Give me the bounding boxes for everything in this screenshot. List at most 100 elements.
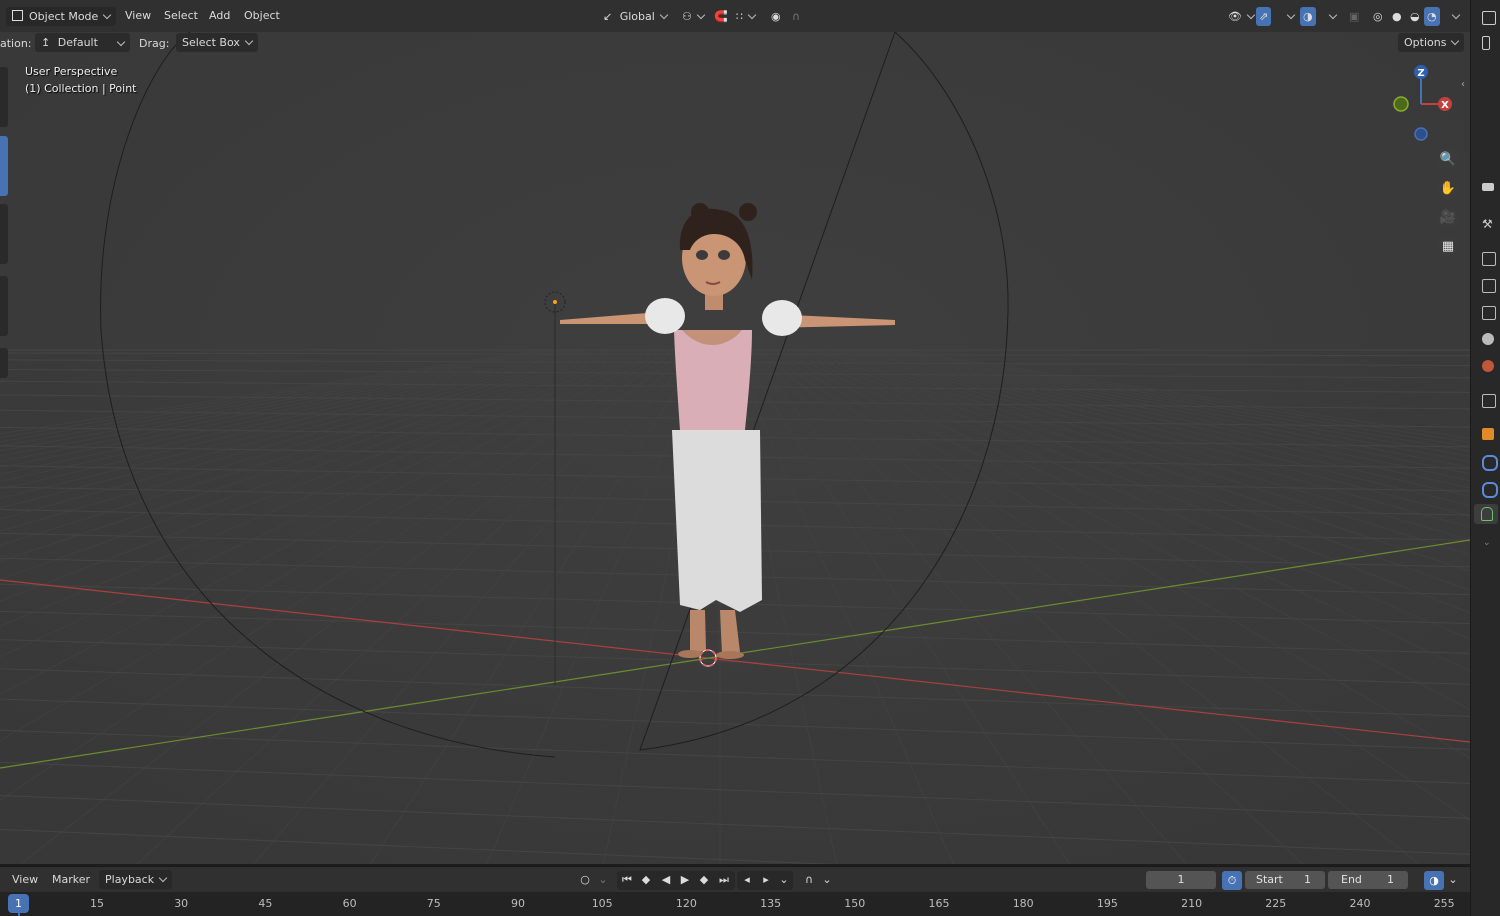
hand-pan-icon[interactable]: ✋ [1437,178,1459,200]
chevron-down-icon [1451,10,1461,20]
end-label: End [1341,873,1362,886]
falloff-icon[interactable]: ∩ [786,7,806,26]
overlays-icon[interactable]: ◑ [1300,7,1316,26]
mode-selector[interactable]: Object Mode [6,7,117,26]
perspective-grid-icon[interactable]: ▦ [1437,236,1459,258]
navigation-gizmo[interactable]: Z X [1385,62,1460,142]
auto-keying-icon[interactable]: ∩ [802,873,816,887]
chevron-down-icon [244,36,254,46]
drag-dropdown[interactable]: Select Box [176,33,258,52]
timeline-menu-marker[interactable]: Marker [52,873,90,886]
ruler-tick-label: 255 [1433,897,1455,910]
view-layer-icon[interactable] [1482,306,1496,320]
world-icon[interactable] [1482,360,1494,372]
proportional-editing-icon[interactable]: ◉ [765,7,787,26]
chevron-down-icon [103,10,112,20]
collection-info: (1) Collection | Point [25,82,137,95]
material-shading-icon[interactable]: ◒ [1404,7,1426,26]
menu-view[interactable]: View [125,9,151,22]
prev-frame-icon[interactable]: ◂ [740,873,754,887]
camera-view-icon[interactable]: 🎥 [1437,207,1459,229]
light-bulb-icon [1481,507,1493,521]
auto-keying-dropdown[interactable]: ⌄ [820,873,834,887]
orientation-setting-dropdown[interactable]: ↥ Default [35,33,130,52]
viewport-grid [0,32,1470,864]
next-keyframe-icon[interactable]: ◆ [697,873,711,887]
keying-dropdown[interactable]: ⌄ [596,873,610,887]
ruler-tick-label: 225 [1265,897,1287,910]
timeline-view-dropdown[interactable]: ⌄ [1446,873,1460,887]
properties-editor-icon[interactable] [1482,183,1494,191]
orientation-axes-icon: ↙ [603,10,613,23]
chevron-down-icon [1246,10,1256,20]
options-dropdown[interactable]: Options [1398,33,1465,52]
outliner-filter-icon[interactable] [1482,36,1490,50]
scroll-down-icon[interactable]: ⌄ [1483,538,1491,548]
visibility-icon[interactable]: 👁 [1222,7,1260,26]
scene-icon[interactable] [1482,333,1494,345]
toolbar-edge[interactable] [0,276,8,336]
tool-icon[interactable]: ⚒ [1482,217,1494,231]
shading-dropdown[interactable] [1441,7,1465,26]
object-icon[interactable] [1482,428,1494,440]
ruler-tick-label: 195 [1096,897,1118,910]
ruler-tick-label: 75 [426,897,441,910]
jump-end-icon[interactable]: ⏭ [717,873,731,887]
prev-keyframe-icon[interactable]: ◆ [639,873,653,887]
output-icon[interactable] [1482,279,1496,293]
ruler-tick-label: 240 [1349,897,1371,910]
timeline-ruler[interactable]: 1 15 30 45 60 75 90 105 120 135 150 165 180 195 210 22… [0,892,1470,916]
timeline-menu-playback[interactable]: Playback [99,870,173,889]
transform-orientation-dropdown[interactable]: ↙ Global [597,7,673,26]
light-data-tab[interactable] [1474,504,1498,524]
ruler-tick-label: 60 [342,897,357,910]
drag-value: Select Box [182,36,240,49]
ruler-tick-label: 105 [591,897,613,910]
chevron-down-icon [1451,36,1460,46]
collection-icon[interactable] [1482,394,1496,408]
render-icon[interactable] [1482,252,1496,266]
ruler-tick-label: 165 [928,897,950,910]
ruler-tick-label: 15 [90,897,104,910]
jump-start-icon[interactable]: ⏮ [620,873,634,887]
snap-target-icon[interactable]: ∷ [730,7,761,26]
physics-icon[interactable] [1482,455,1498,471]
outliner-icon[interactable] [1482,11,1496,25]
overlays-dropdown[interactable] [1318,7,1342,26]
sidebar-toggle-icon[interactable]: ‹ [1461,79,1465,90]
timeline-menu-view[interactable]: View [12,873,38,886]
timeline-view-icon[interactable]: ◑ [1424,871,1444,890]
toolbar-edge[interactable] [0,204,8,264]
gizmo-x-label: X [1441,100,1449,111]
menu-object[interactable]: Object [244,9,280,22]
pivot-point-icon[interactable]: ⚇ [676,7,710,26]
playback-label: Playback [105,873,155,886]
object-mode-icon [12,10,23,21]
preview-range-icon[interactable]: ⏱ [1222,871,1242,890]
menu-select[interactable]: Select [164,9,198,22]
toolbar-edge[interactable] [0,67,8,127]
start-frame-field[interactable]: Start 1 [1245,871,1325,889]
gizmo-toggle-icon[interactable]: ⇗ [1256,7,1272,26]
3d-viewport[interactable]: User Perspective (1) Collection | Point … [0,32,1470,864]
constraints-icon[interactable] [1482,482,1498,498]
play-icon[interactable]: ▶ [678,873,692,887]
ruler-tick-label: 210 [1181,897,1203,910]
frame-dropdown[interactable]: ⌄ [777,873,791,887]
end-frame-field[interactable]: End 1 [1328,871,1408,889]
chevron-down-icon [158,873,168,883]
xray-icon[interactable]: ▣ [1343,7,1365,26]
rendered-shading-icon[interactable]: ◔ [1424,7,1440,26]
toolbar-edge[interactable] [0,136,8,196]
play-reverse-icon[interactable]: ◀ [659,873,673,887]
record-icon[interactable]: ○ [578,873,592,887]
playhead[interactable]: 1 [8,894,29,913]
toolbar-edge[interactable] [0,348,8,378]
menu-add[interactable]: Add [209,9,230,22]
start-label: Start [1256,873,1283,886]
zoom-icon[interactable]: 🔍 [1437,149,1459,171]
chevron-down-icon [747,10,757,20]
next-frame-icon[interactable]: ▸ [759,873,773,887]
gizmo-dropdown[interactable] [1276,7,1300,26]
current-frame-field[interactable]: 1 [1146,871,1216,889]
